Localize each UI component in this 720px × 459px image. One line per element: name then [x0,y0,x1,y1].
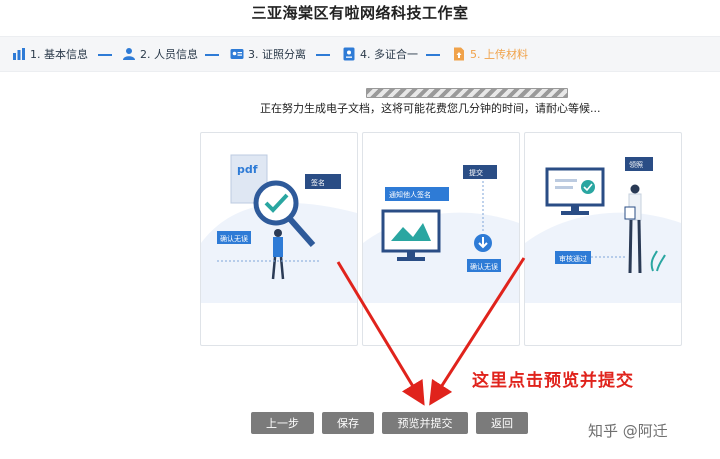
person-icon [123,48,135,60]
back-button[interactable]: 返回 [476,412,528,434]
pdf-label: pdf [237,163,258,176]
step-label: 5. 上传材料 [470,48,528,61]
tag-sign: 签名 [311,178,325,187]
tag-notify: 通知他人签名 [389,190,431,199]
certificate-icon [343,47,355,61]
save-button[interactable]: 保存 [322,412,374,434]
step-label: 1. 基本信息 [30,48,88,61]
step-license-separation[interactable]: 3. 证照分离 [230,45,306,63]
step-upload-materials[interactable]: 5. 上传材料 [452,45,528,63]
step-multi-cert[interactable]: 4. 多证合一 [342,45,418,63]
tag-approved: 审核通过 [559,254,587,263]
step-personnel-info[interactable]: 2. 人员信息 [122,45,198,63]
tag-submit: 提交 [469,168,483,177]
step-separator [205,54,219,56]
preview-submit-button[interactable]: 预览并提交 [382,412,468,434]
illustration-card-submit: 提交 通知他人签名 确认无误 [362,132,520,346]
annotation-text: 这里点击预览并提交 [472,371,634,391]
illustration-card-sign: pdf 签名 确认无误 [200,132,358,346]
progress-bar [366,88,568,98]
tag-license: 领照 [629,160,643,169]
tag-confirm: 确认无误 [470,262,498,271]
step-label: 2. 人员信息 [140,48,198,61]
tag-confirm: 确认无误 [220,234,248,243]
step-separator [426,54,440,56]
step-label: 3. 证照分离 [248,48,306,61]
illustration-card-license: 领照 审核通过 [524,132,682,346]
step-basic-info[interactable]: 1. 基本信息 [12,45,88,63]
id-card-icon [230,49,244,59]
page-title: 三亚海棠区有啦网络科技工作室 [251,4,469,22]
watermark: 知乎 @阿迁 [588,422,668,440]
step-label: 4. 多证合一 [360,48,418,61]
step-navigation: 1. 基本信息 2. 人员信息 3. 证照分离 4. 多证合一 5. 上传材料 [0,36,720,72]
step-separator [316,54,330,56]
status-message: 正在努力生成电子文档，这将可能花费您几分钟的时间，请耐心等候... [260,102,601,115]
bar-chart-icon [13,48,25,60]
upload-file-icon [454,47,464,61]
step-separator [98,54,112,56]
prev-step-button[interactable]: 上一步 [251,412,314,434]
